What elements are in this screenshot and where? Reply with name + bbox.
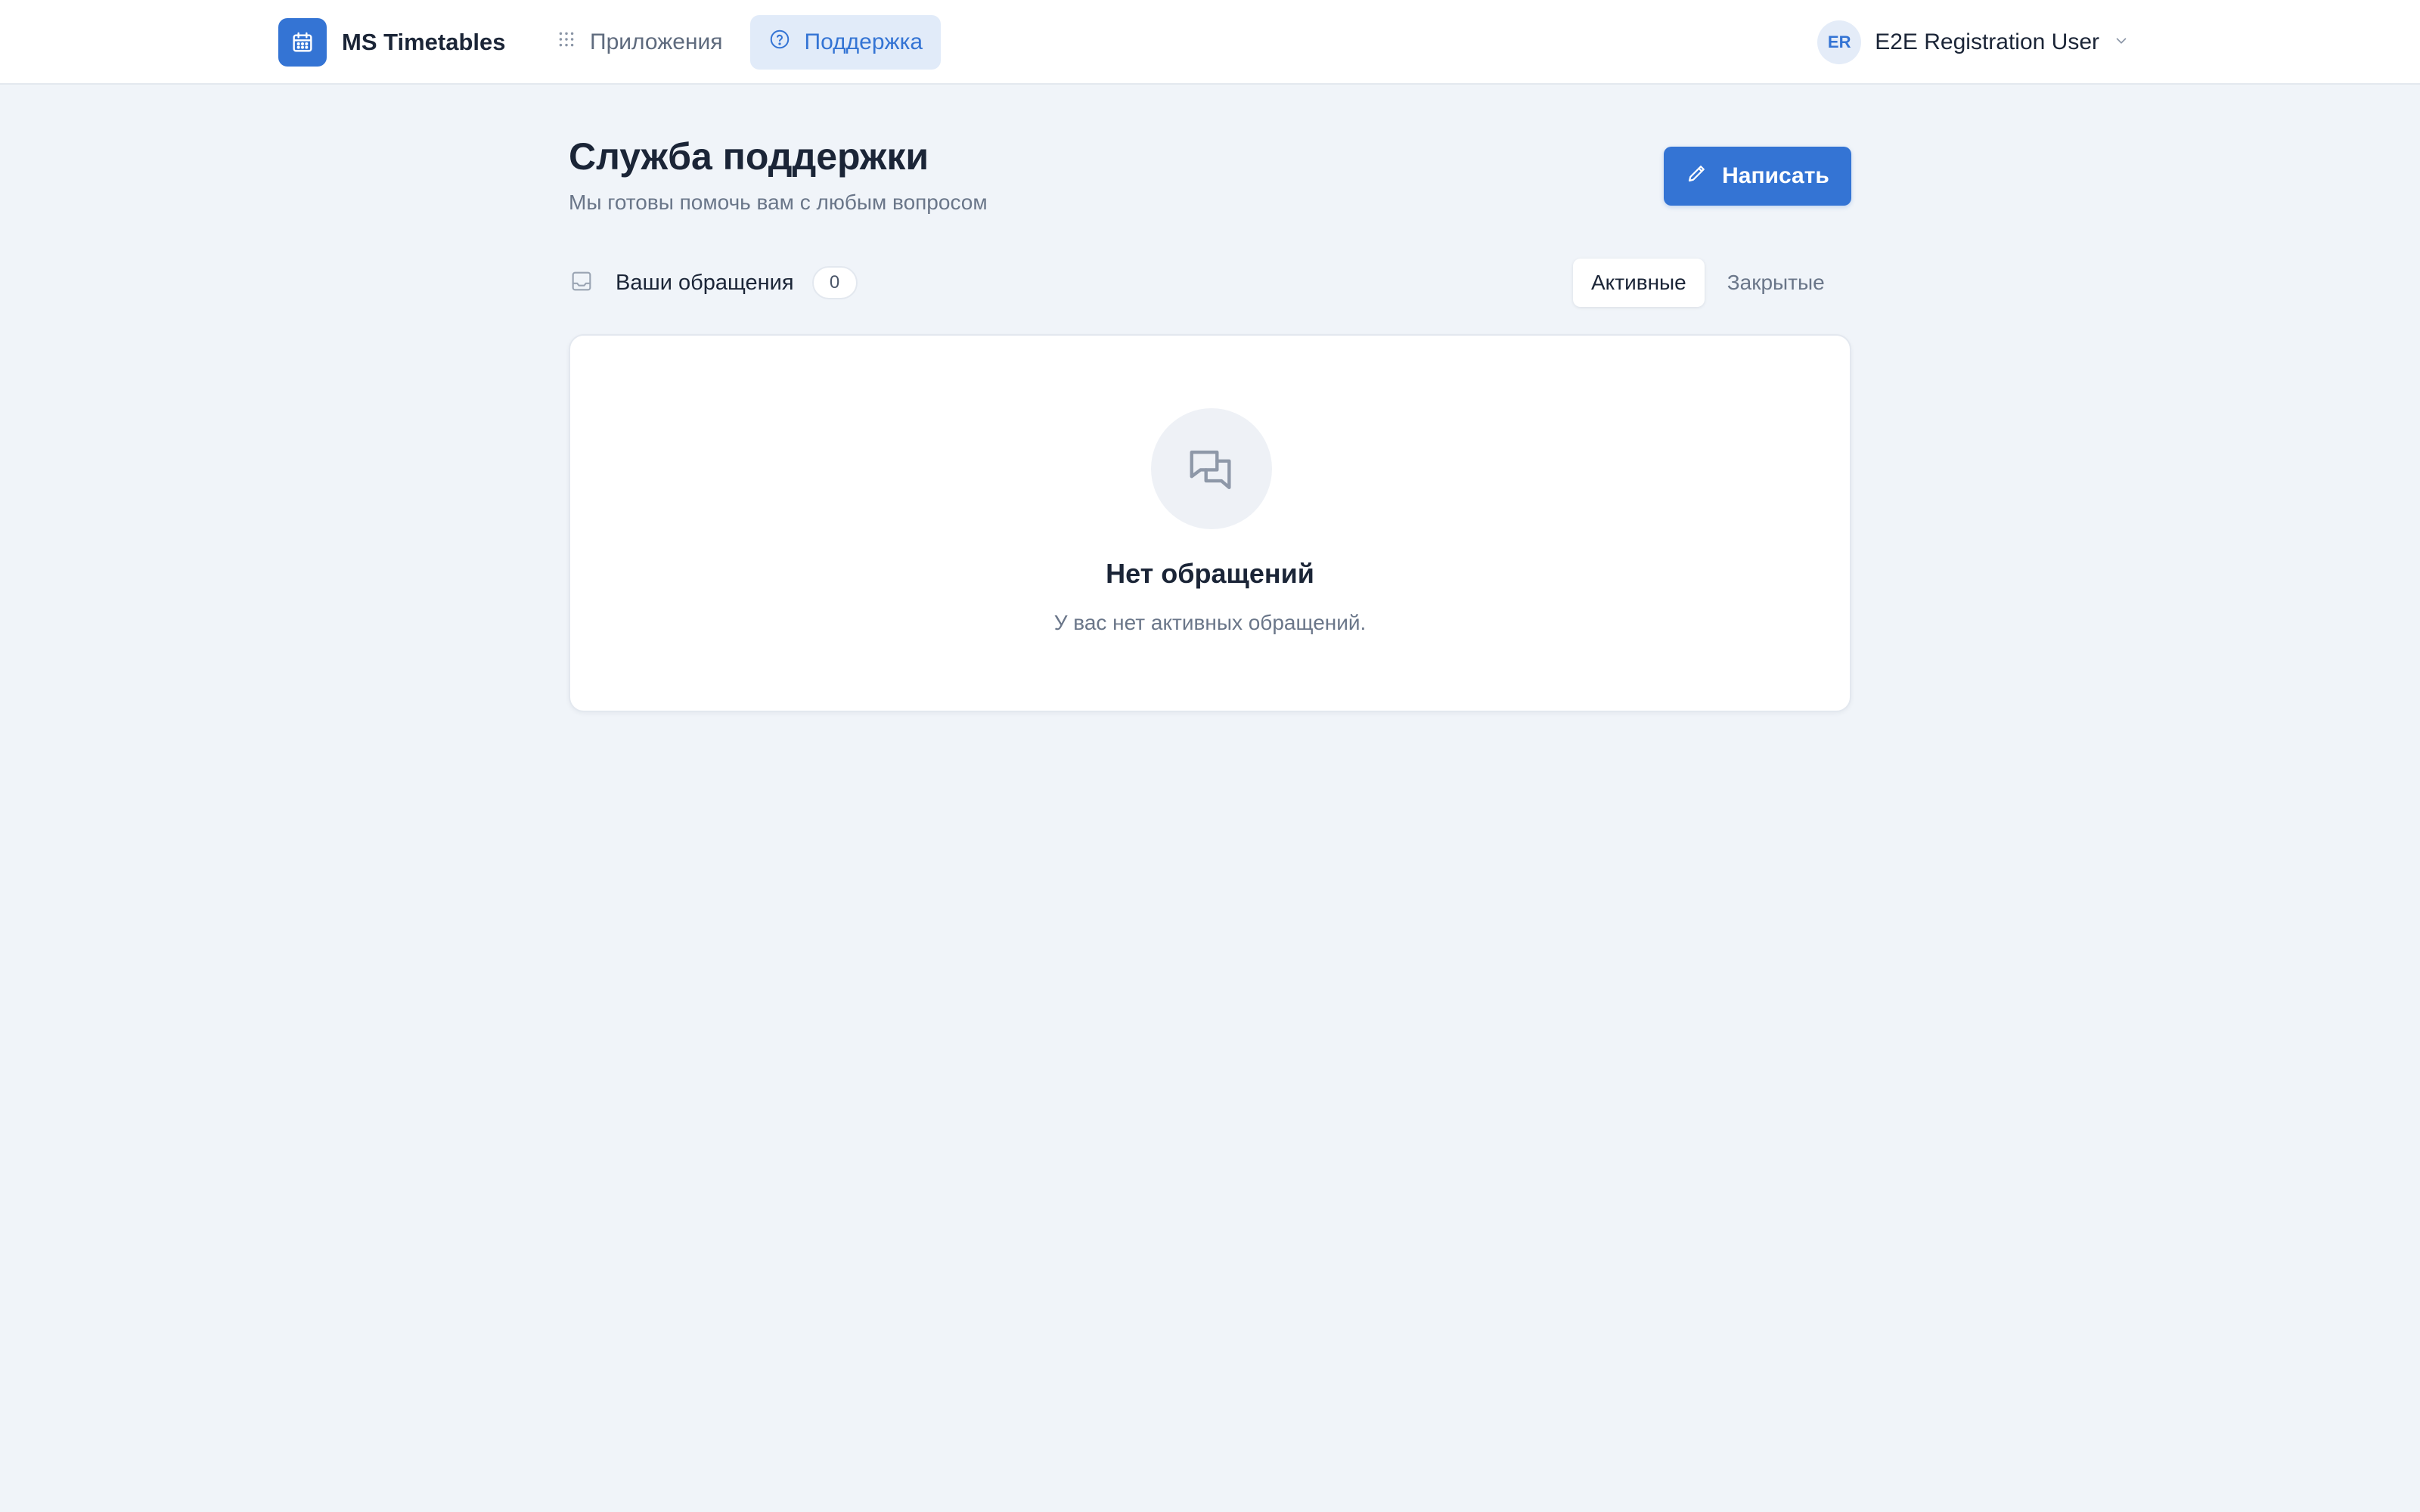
user-name: E2E Registration User: [1875, 29, 2099, 54]
brand-link[interactable]: MS Timetables: [278, 18, 506, 67]
write-message-button[interactable]: Написать: [1664, 147, 1851, 206]
tab-active[interactable]: Активные: [1573, 259, 1705, 307]
brand-name: MS Timetables: [342, 29, 506, 55]
empty-state-card: Нет обращений У вас нет активных обращен…: [569, 334, 1851, 712]
empty-state-text: У вас нет активных обращений.: [1053, 611, 1367, 634]
nav-item-apps-label: Приложения: [590, 29, 723, 54]
nav-item-support-label: Поддержка: [804, 29, 923, 54]
ticket-status-tabs: Активные Закрытые: [1573, 259, 1843, 307]
nav-item-support[interactable]: Поддержка: [749, 15, 942, 70]
apps-grid-icon: [557, 29, 576, 55]
page-title: Служба поддержки: [569, 135, 929, 178]
help-circle-icon: [768, 28, 791, 57]
calendar-icon: [278, 18, 327, 67]
chevron-down-icon: [2113, 33, 2130, 53]
nav-item-apps[interactable]: Приложения: [538, 15, 741, 70]
chat-bubbles-icon: [1151, 408, 1272, 529]
page-subtitle: Мы готовы помочь вам с любым вопросом: [569, 191, 988, 214]
tab-closed[interactable]: Закрытые: [1709, 259, 1843, 307]
empty-state-title: Нет обращений: [1106, 558, 1314, 589]
main-nav: Приложения Поддержка: [538, 15, 942, 70]
tickets-label: Ваши обращения: [616, 270, 794, 295]
tickets-count-badge: 0: [811, 266, 858, 299]
top-navigation-bar: MS Timetables Приложения Поддержка ER E2…: [0, 0, 2420, 85]
inbox-icon: [569, 268, 594, 298]
tickets-header: Ваши обращения 0: [569, 259, 858, 307]
write-message-label: Написать: [1722, 163, 1829, 188]
user-menu[interactable]: ER E2E Registration User: [1817, 20, 2130, 65]
avatar: ER: [1817, 20, 1862, 64]
pencil-icon: [1686, 162, 1708, 191]
